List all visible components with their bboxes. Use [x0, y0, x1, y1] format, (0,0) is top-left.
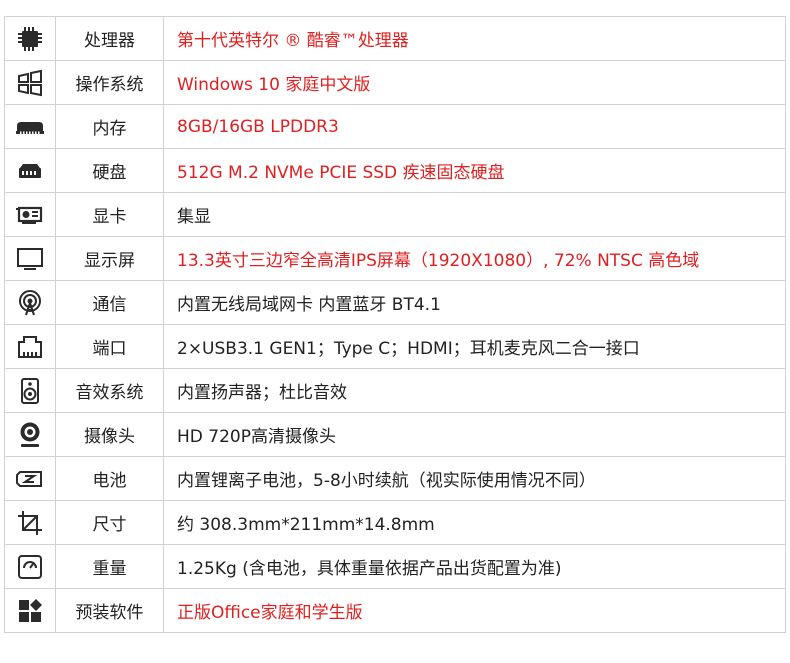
monitor-icon [17, 247, 43, 270]
cpu-chip-icon [18, 26, 42, 51]
spec-icon-cell [4, 324, 56, 369]
spec-label: 显卡 [55, 192, 164, 237]
spec-value: 内置扬声器；杜比音效 [163, 368, 786, 413]
spec-value: 集显 [163, 192, 786, 237]
spec-row-memory: 内存 8GB/16GB LPDDR3 [4, 104, 786, 149]
spec-row-audio: 音效系统 内置扬声器；杜比音效 [4, 368, 786, 413]
spec-label: 预装软件 [55, 588, 164, 633]
spec-row-cpu: 处理器 第十代英特尔 ® 酷睿™处理器 [4, 16, 786, 61]
spec-value: HD 720P高清摄像头 [163, 412, 786, 457]
spec-icon-cell [4, 588, 56, 633]
spec-icon-cell [4, 60, 56, 105]
spec-label: 显示屏 [55, 236, 164, 281]
spec-row-display: 显示屏 13.3英寸三边窄全高清IPS屏幕（1920X1080）, 72% NT… [4, 236, 786, 281]
webcam-icon [20, 422, 40, 447]
windows-logo-icon [18, 69, 42, 96]
spec-label: 重量 [55, 544, 164, 589]
spec-row-ports: 端口 2×USB3.1 GEN1；Type C；HDMI；耳机麦克风二合一接口 [4, 324, 786, 369]
memory-stick-icon [16, 121, 44, 134]
spec-label: 摄像头 [55, 412, 164, 457]
spec-row-storage: 硬盘 512G M.2 NVMe PCIE SSD 疾速固态硬盘 [4, 148, 786, 193]
spec-icon-cell [4, 544, 56, 589]
hard-drive-icon [19, 163, 41, 178]
spec-row-camera: 摄像头 HD 720P高清摄像头 [4, 412, 786, 457]
spec-label: 通信 [55, 280, 164, 325]
spec-row-os: 操作系统 Windows 10 家庭中文版 [4, 60, 786, 105]
spec-value: 1.25Kg (含电池，具体重量依据产品出货配置为准) [163, 544, 786, 589]
spec-label: 电池 [55, 456, 164, 501]
spec-icon-cell [4, 412, 56, 457]
spec-icon-cell [4, 236, 56, 281]
spec-row-software: 预装软件 正版Office家庭和学生版 [4, 588, 786, 633]
spec-value: 正版Office家庭和学生版 [163, 588, 786, 633]
graphics-card-icon [16, 206, 43, 224]
spec-table: 处理器 第十代英特尔 ® 酷睿™处理器 操作系统 Windows 10 家庭中文… [4, 16, 786, 633]
spec-icon-cell [4, 500, 56, 545]
spec-value: 2×USB3.1 GEN1；Type C；HDMI；耳机麦克风二合一接口 [163, 324, 786, 369]
wireless-signal-icon [19, 289, 41, 315]
spec-value: 约 308.3mm*211mm*14.8mm [163, 500, 786, 545]
spec-value: 内置锂离子电池，5-8小时续航（视实际使用情况不同） [163, 456, 786, 501]
spec-label: 内存 [55, 104, 164, 149]
speaker-icon [21, 377, 39, 404]
spec-label: 操作系统 [55, 60, 164, 105]
spec-icon-cell [4, 16, 56, 61]
spec-icon-cell [4, 456, 56, 501]
apps-grid-icon [19, 598, 42, 622]
spec-value: 内置无线局域网卡 内置蓝牙 BT4.1 [163, 280, 786, 325]
spec-icon-cell [4, 148, 56, 193]
spec-row-weight: 重量 1.25Kg (含电池，具体重量依据产品出货配置为准) [4, 544, 786, 589]
spec-icon-cell [4, 368, 56, 413]
spec-label: 尺寸 [55, 500, 164, 545]
spec-value: 512G M.2 NVMe PCIE SSD 疾速固态硬盘 [163, 148, 786, 193]
spec-icon-cell [4, 280, 56, 325]
spec-row-battery: 电池 内置锂离子电池，5-8小时续航（视实际使用情况不同） [4, 456, 786, 501]
spec-row-wireless: 通信 内置无线局域网卡 内置蓝牙 BT4.1 [4, 280, 786, 325]
spec-label: 硬盘 [55, 148, 164, 193]
spec-icon-cell [4, 104, 56, 149]
crop-dimensions-icon [18, 510, 42, 535]
weight-scale-icon [18, 554, 42, 579]
spec-label: 处理器 [55, 16, 164, 61]
spec-value: Windows 10 家庭中文版 [163, 60, 786, 105]
spec-value: 第十代英特尔 ® 酷睿™处理器 [163, 16, 786, 61]
spec-row-size: 尺寸 约 308.3mm*211mm*14.8mm [4, 500, 786, 545]
ethernet-port-icon [18, 335, 42, 358]
spec-row-gpu: 显卡 集显 [4, 192, 786, 237]
spec-value: 13.3英寸三边窄全高清IPS屏幕（1920X1080）, 72% NTSC 高… [163, 236, 786, 281]
spec-icon-cell [4, 192, 56, 237]
spec-label: 端口 [55, 324, 164, 369]
spec-value: 8GB/16GB LPDDR3 [163, 104, 786, 149]
battery-icon [16, 470, 42, 487]
spec-label: 音效系统 [55, 368, 164, 413]
